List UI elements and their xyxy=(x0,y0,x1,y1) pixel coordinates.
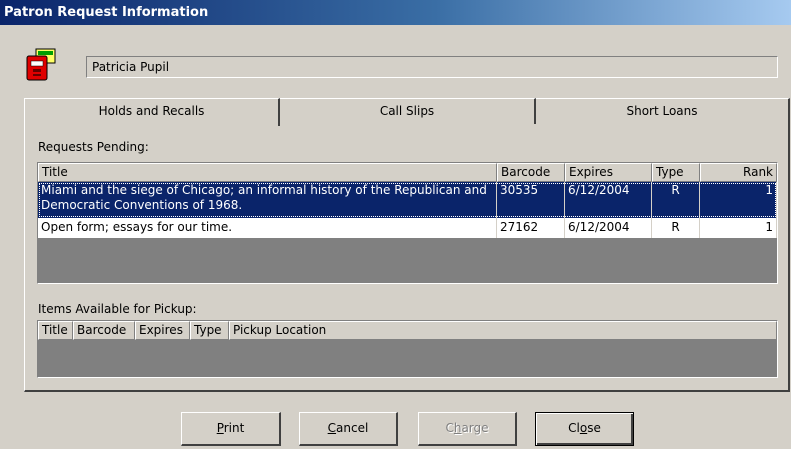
patron-name-text: Patricia Pupil xyxy=(92,60,170,74)
column-header-rank[interactable]: Rank xyxy=(700,163,777,182)
cell-expires: 6/12/2004 xyxy=(565,218,652,238)
tab-holds-and-recalls[interactable]: Holds and Recalls xyxy=(24,98,280,126)
cell-expires: 6/12/2004 xyxy=(565,182,652,218)
items-available-grid[interactable]: Title Barcode Expires Type Pickup Locati… xyxy=(37,320,778,378)
column-header-type[interactable]: Type xyxy=(190,321,229,340)
column-header-title[interactable]: Title xyxy=(38,321,73,340)
cell-type: R xyxy=(652,182,700,218)
cell-barcode: 27162 xyxy=(497,218,565,238)
requests-pending-label: Requests Pending: xyxy=(38,140,149,154)
items-available-label: Items Available for Pickup: xyxy=(38,302,197,316)
column-header-pickup-location[interactable]: Pickup Location xyxy=(229,321,777,340)
column-header-barcode[interactable]: Barcode xyxy=(497,163,565,182)
cell-barcode: 30535 xyxy=(497,182,565,218)
table-row[interactable]: Miami and the siege of Chicago; an infor… xyxy=(38,182,777,218)
patron-card-icon xyxy=(24,48,58,82)
close-label-post: se xyxy=(587,421,601,435)
requests-grid-header: Title Barcode Expires Type Rank xyxy=(38,163,777,182)
charge-label-post: arge xyxy=(461,421,489,435)
print-label-post: rint xyxy=(223,421,245,435)
pickup-grid-header: Title Barcode Expires Type Pickup Locati… xyxy=(38,321,777,340)
cell-title: Miami and the siege of Chicago; an infor… xyxy=(38,182,497,218)
cell-rank: 1 xyxy=(700,182,777,218)
column-header-title[interactable]: Title xyxy=(38,163,497,182)
tab-call-slips[interactable]: Call Slips xyxy=(280,98,536,124)
column-header-expires[interactable]: Expires xyxy=(565,163,652,182)
tab-call-slips-label: Call Slips xyxy=(379,104,435,118)
cell-rank: 1 xyxy=(700,218,777,238)
table-row[interactable]: Open form; essays for our time. 27162 6/… xyxy=(38,218,777,238)
requests-pending-grid[interactable]: Title Barcode Expires Type Rank Miami an… xyxy=(37,162,778,284)
charge-button[interactable]: Charge xyxy=(418,412,517,446)
cancel-button[interactable]: Cancel xyxy=(299,412,398,446)
close-label-pre: Cl xyxy=(568,421,580,435)
charge-label-pre: C xyxy=(445,421,454,435)
print-button[interactable]: Print xyxy=(181,412,281,446)
column-header-expires[interactable]: Expires xyxy=(135,321,190,340)
tab-holds-and-recalls-label: Holds and Recalls xyxy=(98,104,205,118)
patron-name-field[interactable]: Patricia Pupil xyxy=(86,56,778,78)
title-bar[interactable]: Patron Request Information xyxy=(0,0,791,25)
close-button[interactable]: Close xyxy=(535,412,634,446)
tab-short-loans-label: Short Loans xyxy=(626,104,698,118)
tab-short-loans[interactable]: Short Loans xyxy=(536,98,790,124)
column-header-barcode[interactable]: Barcode xyxy=(73,321,135,340)
column-header-type[interactable]: Type xyxy=(652,163,700,182)
cell-type: R xyxy=(652,218,700,238)
cell-title: Open form; essays for our time. xyxy=(38,218,497,238)
window-title: Patron Request Information xyxy=(4,5,209,20)
cancel-label-post: ancel xyxy=(336,421,369,435)
cancel-mnemonic: C xyxy=(327,421,337,435)
print-mnemonic: P xyxy=(216,421,224,435)
